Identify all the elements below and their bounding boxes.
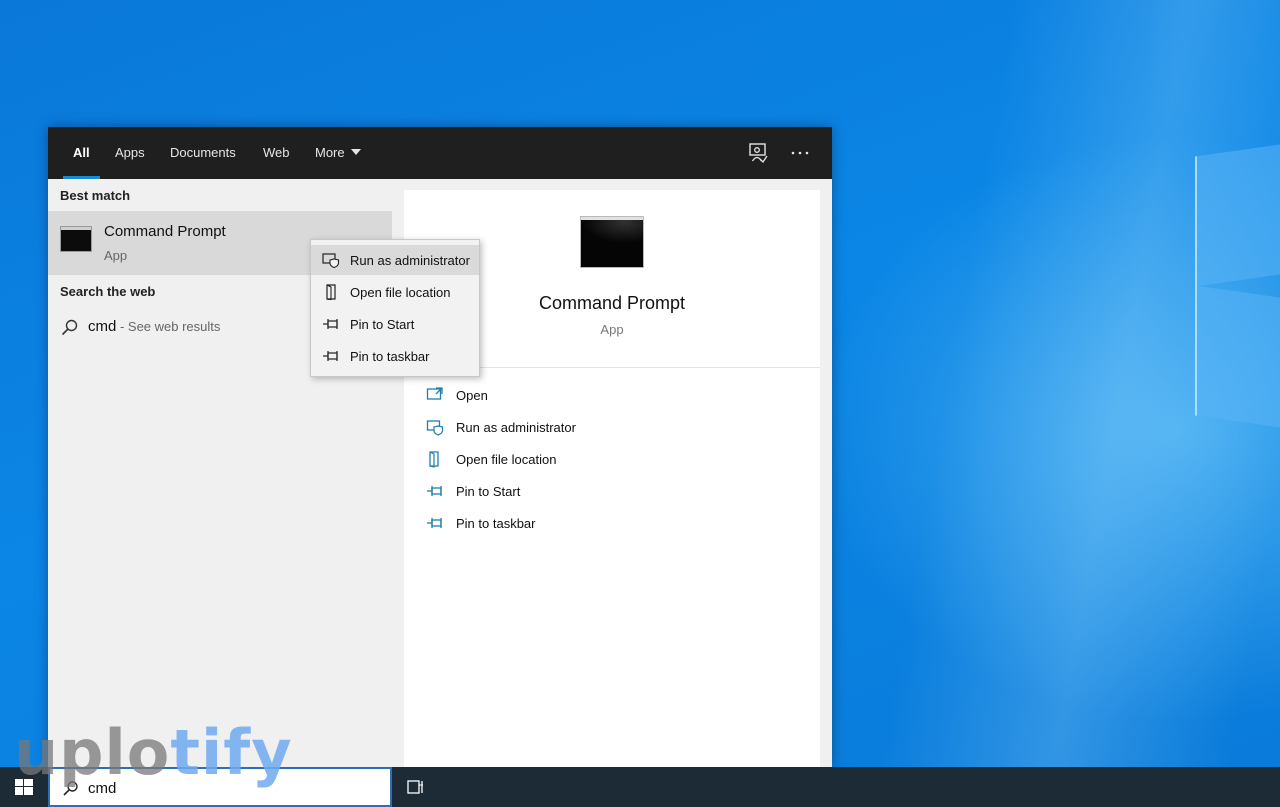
search-web-heading: Search the web xyxy=(60,284,156,299)
ctx-open-file-location[interactable]: Open file location xyxy=(311,277,479,307)
action-pin-to-start[interactable]: Pin to Start xyxy=(426,478,786,506)
best-match-title: Command Prompt xyxy=(104,223,226,240)
ctx-run-as-admin[interactable]: Run as administrator xyxy=(311,245,479,275)
ctx-pin-to-taskbar-label: Pin to taskbar xyxy=(350,349,430,364)
action-open[interactable]: Open xyxy=(426,382,786,410)
action-run-as-admin-label: Run as administrator xyxy=(456,420,576,435)
watermark-part1: uplo xyxy=(14,716,171,789)
tab-apps-label: Apps xyxy=(115,145,145,160)
caret-down-icon xyxy=(350,149,361,155)
search-icon xyxy=(60,318,80,338)
best-match-heading: Best match xyxy=(60,188,131,203)
pin-icon xyxy=(322,316,340,332)
ctx-run-as-admin-label: Run as administrator xyxy=(350,253,470,268)
more-options-icon[interactable] xyxy=(788,141,812,165)
search-tab-bar: All Apps Documents Web More xyxy=(48,127,832,179)
ctx-pin-to-start[interactable]: Pin to Start xyxy=(311,309,479,339)
windows-logo-pane-bottom xyxy=(1195,285,1280,429)
web-result-query: cmd xyxy=(88,318,117,335)
tab-more-label: More xyxy=(315,145,345,160)
tab-web-label: Web xyxy=(263,145,290,160)
action-pin-to-taskbar[interactable]: Pin to taskbar xyxy=(426,510,786,538)
pin-icon xyxy=(322,348,340,364)
action-pin-to-taskbar-label: Pin to taskbar xyxy=(456,516,536,531)
tab-apps[interactable]: Apps xyxy=(115,127,145,179)
web-result-suffix: - See web results xyxy=(116,319,221,334)
pin-icon xyxy=(426,514,444,532)
pin-icon xyxy=(426,482,444,500)
watermark-part2: tify xyxy=(170,716,293,789)
ctx-open-file-location-label: Open file location xyxy=(350,285,451,300)
action-pin-to-start-label: Pin to Start xyxy=(456,484,521,499)
action-run-as-admin[interactable]: Run as administrator xyxy=(426,414,786,442)
windows-logo-pane-top xyxy=(1195,143,1280,287)
tab-all-label: All xyxy=(73,145,90,160)
task-view-icon[interactable] xyxy=(406,777,426,797)
feedback-icon[interactable] xyxy=(746,141,770,165)
watermark-logo: uplotify xyxy=(14,718,293,788)
ctx-pin-to-start-label: Pin to Start xyxy=(350,317,415,332)
action-open-label: Open xyxy=(456,388,488,403)
ctx-pin-to-taskbar[interactable]: Pin to taskbar xyxy=(311,341,479,371)
file-location-icon xyxy=(322,284,340,301)
context-menu: Run as administrator Open file location … xyxy=(310,239,480,377)
shield-window-icon xyxy=(426,418,444,436)
tab-web[interactable]: Web xyxy=(263,127,290,179)
open-window-icon xyxy=(426,386,444,404)
tab-documents-label: Documents xyxy=(170,145,236,160)
action-open-file-location-label: Open file location xyxy=(456,452,557,467)
tab-more[interactable]: More xyxy=(315,127,361,179)
action-open-file-location[interactable]: Open file location xyxy=(426,446,786,474)
best-match-subtitle: App xyxy=(104,248,128,263)
tab-all[interactable]: All xyxy=(63,127,100,179)
tab-documents[interactable]: Documents xyxy=(170,127,236,179)
search-panel: All Apps Documents Web More Best match C… xyxy=(48,127,832,767)
shield-window-icon xyxy=(322,252,340,269)
command-prompt-icon-large xyxy=(580,216,644,268)
windows-logo-wallpaper xyxy=(1195,143,1280,429)
file-location-icon xyxy=(426,450,444,468)
web-result-text: cmd - See web results xyxy=(88,318,220,335)
command-prompt-icon xyxy=(60,226,92,252)
